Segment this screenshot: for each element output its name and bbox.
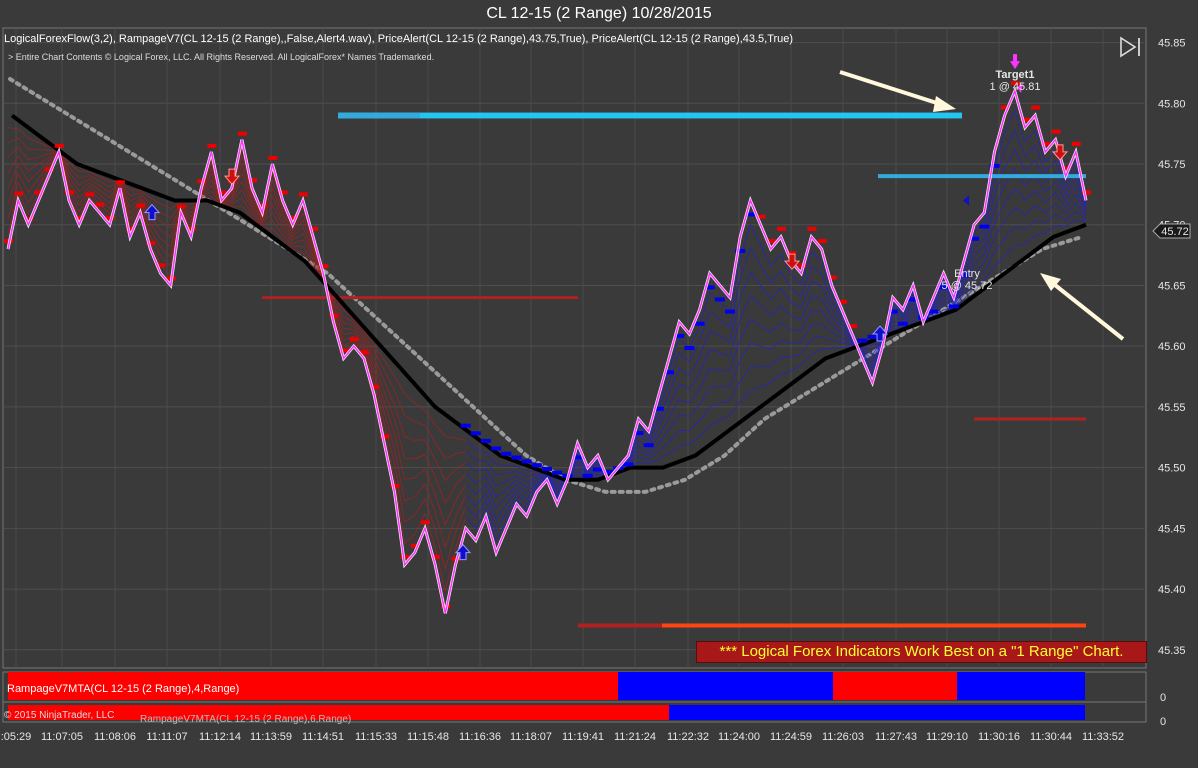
bull-bar: [491, 446, 502, 451]
x-tick-label: :05:29: [1, 731, 32, 743]
bear-bar: [268, 156, 278, 161]
x-tick-label: 11:27:43: [875, 731, 917, 743]
bull-bar: [521, 459, 532, 464]
bear-bar: [817, 239, 827, 244]
bear-bar: [298, 192, 308, 197]
bear-bar: [115, 180, 125, 185]
bear-bar: [237, 131, 247, 136]
bull-bar: [643, 443, 654, 448]
current-price-tag: 45.72: [1152, 223, 1191, 239]
x-tick-label: 11:19:41: [562, 731, 604, 743]
y-tick-label: 45.45: [1158, 523, 1186, 535]
bear-bar: [85, 192, 95, 197]
x-tick-label: 11:24:00: [718, 731, 760, 743]
bull-bar: [542, 466, 552, 471]
y-axis: 45.8545.8045.7545.7045.6545.6045.5545.50…: [1158, 38, 1186, 657]
bull-bar: [511, 455, 522, 460]
bull-bar: [694, 321, 705, 326]
bull-bar: [725, 309, 736, 314]
bear-bar: [1071, 141, 1081, 146]
mta-segment-bull: [957, 672, 1085, 700]
svg-text:45.72: 45.72: [1161, 226, 1189, 238]
bear-bar: [1031, 105, 1041, 110]
warning-banner: *** Logical Forex Indicators Work Best o…: [696, 641, 1147, 663]
x-tick-label: 11:33:52: [1082, 731, 1124, 743]
bull-bar: [592, 467, 603, 472]
bull-bar: [684, 346, 695, 351]
mta-segment-bull: [618, 672, 833, 700]
y-tick-label: 45.55: [1158, 402, 1186, 414]
x-tick-label: 11:30:16: [978, 731, 1020, 743]
y-tick-label: 45.40: [1158, 584, 1186, 596]
bull-bar: [623, 462, 634, 467]
x-tick-label: 11:12:14: [199, 731, 241, 743]
bull-bar: [867, 334, 878, 339]
mta-segment-bull: [669, 705, 1085, 720]
subpanel-label-1: RampageV7MTA(CL 12-15 (2 Range),4,Range): [7, 683, 240, 695]
bull-bar: [897, 321, 908, 326]
bear-bar: [1051, 129, 1061, 134]
bear-bar: [207, 143, 217, 148]
target-value: 1 @ 45.81: [990, 81, 1041, 93]
bull-bar: [928, 309, 939, 314]
x-axis: :05:29 11:07:05 11:08:06 11:11:07 11:12:14 11…: [1, 731, 1124, 743]
entry-value: 5 @ 45.72: [942, 280, 993, 292]
x-tick-label: 11:11:07: [146, 731, 187, 743]
y-tick-label: 45.50: [1158, 463, 1186, 475]
bull-bar: [948, 304, 959, 309]
bull-bar: [470, 431, 481, 436]
bear-bar: [136, 203, 146, 208]
y-tick-label: 45.80: [1158, 98, 1186, 110]
y-tick-label: 45.60: [1158, 341, 1186, 353]
plot-area: [2, 27, 1147, 669]
bear-bar: [420, 520, 430, 525]
x-tick-label: 11:29:10: [926, 731, 968, 743]
bull-bar: [979, 224, 990, 229]
x-tick-label: 11:07:05: [41, 731, 83, 743]
y-tick-label: 45.65: [1158, 280, 1186, 292]
subpanel-zero-1: 0: [1160, 692, 1166, 704]
y-tick-label: 45.35: [1158, 645, 1186, 657]
x-tick-label: 11:21:24: [614, 731, 656, 743]
bull-bar: [582, 473, 593, 478]
subpanel-zero-2: 0: [1160, 716, 1166, 728]
bull-bar: [531, 463, 542, 468]
skip-to-end-icon[interactable]: [1118, 36, 1144, 58]
bull-bar: [714, 297, 725, 302]
mta-segment-bear: [833, 672, 957, 700]
x-tick-label: 11:26:03: [822, 731, 864, 743]
x-tick-label: 11:13:59: [250, 731, 292, 743]
bear-bar: [776, 226, 786, 231]
y-tick-label: 45.75: [1158, 159, 1186, 171]
bull-bar: [480, 438, 491, 443]
x-tick-label: 11:30:44: [1030, 731, 1072, 743]
x-tick-label: 11:22:32: [667, 731, 709, 743]
bear-bar: [349, 337, 359, 342]
bear-bar: [14, 191, 24, 196]
x-tick-label: 11:16:36: [459, 731, 501, 743]
subpanel-label-2: RampageV7MTA(CL 12-15 (2 Range),6,Range): [140, 714, 352, 725]
bull-bar: [857, 338, 868, 343]
ninja-copyright: © 2015 NinjaTrader, LLC: [4, 710, 115, 721]
x-tick-label: 11:15:48: [407, 731, 449, 743]
target-label: Target1: [996, 69, 1035, 81]
bull-bar: [501, 451, 512, 456]
x-tick-label: 11:14:51: [302, 731, 344, 743]
bear-bar: [807, 226, 817, 231]
bear-bar: [176, 204, 186, 209]
x-tick-label: 11:24:59: [770, 731, 812, 743]
entry-label: Entry: [954, 268, 980, 280]
bear-bar: [95, 202, 105, 207]
x-tick-label: 11:08:06: [94, 731, 136, 743]
bull-bar: [552, 470, 563, 475]
bull-bar: [460, 423, 471, 428]
copyright-notice: > Entire Chart Contents © Logical Forex,…: [8, 52, 435, 62]
y-tick-label: 45.85: [1158, 38, 1186, 50]
x-tick-label: 11:15:33: [355, 731, 397, 743]
x-tick-label: 11:18:07: [510, 731, 552, 743]
indicator-list: LogicalForexFlow(3,2), RampageV7(CL 12-1…: [4, 33, 794, 45]
